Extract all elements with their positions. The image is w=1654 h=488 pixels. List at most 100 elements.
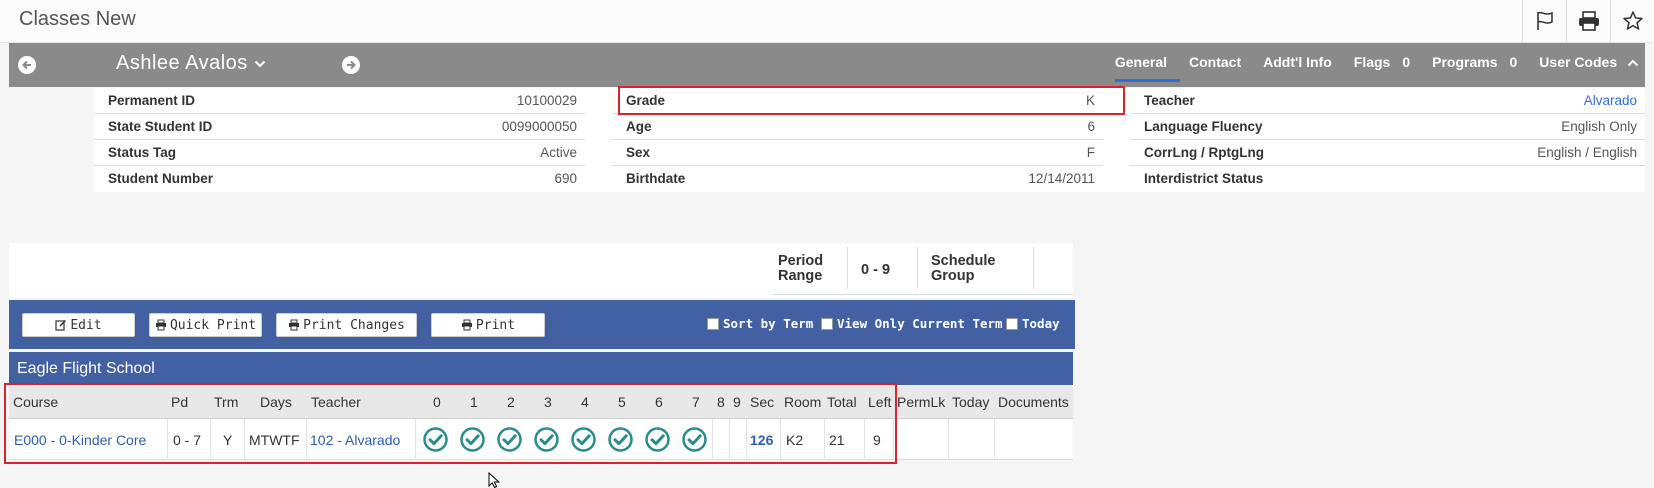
info-state-student-id: State Student ID 0099000050 xyxy=(94,114,585,140)
info-label: Student Number xyxy=(108,171,214,186)
checkbox-label: Today xyxy=(1022,316,1060,331)
today-checkbox[interactable]: Today xyxy=(1006,316,1060,331)
period-range-label: Period Range xyxy=(778,253,824,284)
column-header: PermLk xyxy=(897,394,946,410)
info-value: 10100029 xyxy=(516,93,577,108)
top-icons xyxy=(1522,0,1654,42)
divider xyxy=(917,247,918,289)
divider xyxy=(847,247,848,289)
tab-contact[interactable]: Contact xyxy=(1178,43,1252,87)
student-tabs: General Contact Addt'l Info Flags 0 Progr… xyxy=(1104,43,1645,87)
checkbox-label: View Only Current Term xyxy=(837,316,1003,331)
divider xyxy=(948,419,949,459)
print-button[interactable]: Print xyxy=(431,313,545,337)
next-student-arrow-icon[interactable] xyxy=(342,56,360,74)
period-range-value: 0 - 9 xyxy=(861,262,891,278)
tab-label: General xyxy=(1114,54,1167,70)
tab-label: Contact xyxy=(1189,54,1242,70)
info-teacher: Teacher Alvarado xyxy=(1130,88,1645,114)
info-value: Active xyxy=(540,145,577,160)
edit-icon xyxy=(55,319,67,331)
sort-by-term-checkbox[interactable]: Sort by Term xyxy=(707,316,813,331)
info-sex: Sex F xyxy=(612,140,1103,166)
info-value: 12/14/2011 xyxy=(1028,171,1095,186)
page-title: Classes New xyxy=(19,8,136,30)
info-value: F xyxy=(1086,145,1095,160)
schedule-group-label: Schedule Group xyxy=(931,253,996,284)
info-label: Sex xyxy=(626,145,651,160)
info-label: CorrLng / RptgLng xyxy=(1144,145,1264,160)
print-icon[interactable] xyxy=(1566,0,1610,42)
quick-print-button[interactable]: Quick Print xyxy=(149,313,262,337)
tab-label: User Codes xyxy=(1539,54,1618,70)
info-permanent-id: Permanent ID 10100029 xyxy=(94,88,585,114)
print-icon xyxy=(461,319,472,331)
checkbox-box[interactable] xyxy=(1006,317,1018,330)
info-label: Birthdate xyxy=(626,171,686,186)
info-label: Interdistrict Status xyxy=(1144,171,1264,186)
info-value: 6 xyxy=(1087,119,1095,134)
tab-count-badge: 0 xyxy=(1509,54,1518,70)
column-header: Today xyxy=(952,394,990,410)
column-header: Documents xyxy=(998,394,1069,410)
flag-icon[interactable] xyxy=(1522,0,1566,42)
student-name-dropdown[interactable]: Ashlee Avalos xyxy=(116,52,266,75)
info-value: 0099000050 xyxy=(501,119,577,134)
view-only-current-term-checkbox[interactable]: View Only Current Term xyxy=(821,316,1003,331)
checkbox-box[interactable] xyxy=(821,317,833,330)
student-bar: Ashlee Avalos General Contact Addt'l Inf… xyxy=(9,43,1645,87)
info-column-1: Permanent ID 10100029 State Student ID 009… xyxy=(94,88,585,191)
class-row-highlight-box xyxy=(4,383,897,464)
info-label: Teacher xyxy=(1144,93,1195,108)
info-status-tag: Status Tag Active xyxy=(94,140,585,166)
tab-addtl-info[interactable]: Addt'l Info xyxy=(1252,43,1343,87)
student-name: Ashlee Avalos xyxy=(116,52,248,74)
classes-toolbar: Edit Quick Print Print Changes Print Sor… xyxy=(9,300,1075,349)
grade-highlight-box xyxy=(618,86,1125,115)
checkbox-label: Sort by Term xyxy=(723,316,814,331)
info-language-fluency: Language Fluency English Only xyxy=(1130,114,1645,140)
button-label: Quick Print xyxy=(169,317,257,333)
mouse-cursor-icon xyxy=(488,472,500,488)
period-range-box: Period Range 0 - 9 Schedule Group xyxy=(773,243,1073,295)
top-bar: Classes New xyxy=(0,0,1654,43)
tab-flags[interactable]: Flags 0 xyxy=(1343,43,1421,87)
teacher-link[interactable]: Alvarado xyxy=(1584,93,1637,108)
info-birthdate: Birthdate 12/14/2011 xyxy=(612,166,1103,191)
info-value: English Only xyxy=(1561,119,1637,134)
edit-button[interactable]: Edit xyxy=(22,313,135,337)
info-label: State Student ID xyxy=(108,119,213,134)
info-value: English / English xyxy=(1537,145,1637,160)
info-label: Permanent ID xyxy=(108,93,196,108)
divider xyxy=(1033,247,1034,289)
tab-count-badge: 0 xyxy=(1402,54,1411,70)
info-age: Age 6 xyxy=(612,114,1103,140)
info-label: Language Fluency xyxy=(1144,119,1263,134)
tab-user-codes[interactable]: User Codes xyxy=(1528,43,1645,87)
button-label: Print xyxy=(475,317,516,333)
previous-student-arrow-icon[interactable] xyxy=(18,56,36,74)
print-icon xyxy=(155,319,166,331)
star-icon[interactable] xyxy=(1610,0,1654,42)
checkbox-box[interactable] xyxy=(707,317,719,330)
print-icon xyxy=(289,319,300,331)
schedule-panel: Period Range 0 - 9 Schedule Group xyxy=(9,243,1073,298)
tab-general[interactable]: General xyxy=(1104,43,1181,87)
chevron-up-icon[interactable] xyxy=(1627,58,1639,68)
tab-label: Flags xyxy=(1353,54,1391,70)
tab-label: Addt'l Info xyxy=(1263,54,1332,70)
school-header: Eagle Flight School xyxy=(9,352,1073,385)
button-label: Edit xyxy=(70,317,102,333)
school-name: Eagle Flight School xyxy=(17,360,155,377)
info-corrlng-rptglng: CorrLng / RptgLng English / English xyxy=(1130,140,1645,166)
tab-label: Programs xyxy=(1432,54,1498,70)
info-value: 690 xyxy=(554,171,577,186)
tab-programs[interactable]: Programs 0 xyxy=(1421,43,1528,87)
info-label: Age xyxy=(626,119,652,134)
info-interdistrict-status: Interdistrict Status xyxy=(1130,166,1645,191)
info-label: Status Tag xyxy=(108,145,177,160)
chevron-down-icon xyxy=(254,60,265,67)
divider xyxy=(994,419,995,459)
info-student-number: Student Number 690 xyxy=(94,166,585,191)
print-changes-button[interactable]: Print Changes xyxy=(276,313,417,337)
